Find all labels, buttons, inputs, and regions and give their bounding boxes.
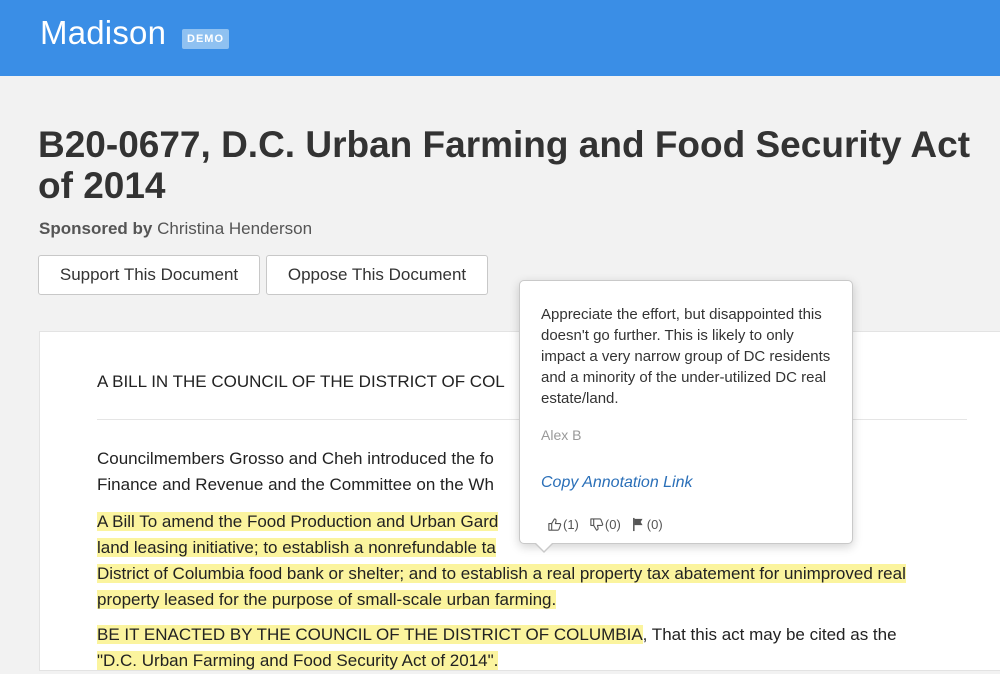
sponsor-label: Sponsored by (39, 219, 153, 238)
annotation-author: Alex B (541, 427, 582, 443)
brand-logo[interactable]: Madison (40, 14, 166, 52)
thumbs-down-icon (590, 518, 604, 531)
sponsor-line: Sponsored by Christina Henderson (39, 219, 312, 239)
demo-badge: DEMO (182, 29, 229, 49)
flag-button[interactable]: (0) (631, 517, 663, 532)
copy-annotation-link[interactable]: Copy Annotation Link (541, 474, 693, 492)
oppose-document-button[interactable]: Oppose This Document (266, 255, 488, 295)
popover-arrow (534, 542, 554, 553)
highlighted-text[interactable]: land leasing initiative; to establish a … (97, 538, 496, 557)
flag-count: (0) (646, 517, 663, 532)
dislike-button[interactable]: (0) (589, 517, 621, 532)
like-button[interactable]: (1) (547, 517, 579, 532)
paragraph-text: , That this act may be cited as the (642, 625, 897, 644)
highlighted-text[interactable]: BE IT ENACTED BY THE COUNCIL OF THE DIST… (97, 625, 643, 644)
annotation-actions: (1) (0) (0) (547, 517, 663, 532)
dislike-count: (0) (604, 517, 621, 532)
highlighted-text[interactable]: property leased for the purpose of small… (97, 590, 557, 609)
highlighted-text[interactable]: District of Columbia food bank or shelte… (97, 564, 906, 583)
thumbs-up-icon (548, 518, 562, 531)
document-heading: A BILL IN THE COUNCIL OF THE DISTRICT OF… (97, 372, 505, 391)
annotation-text: Appreciate the effort, but disappointed … (541, 306, 831, 407)
annotation-popover: Appreciate the effort, but disappointed … (519, 280, 853, 553)
highlighted-text[interactable]: A Bill To amend the Food Production and … (97, 512, 499, 531)
top-navbar: Madison DEMO (0, 0, 1000, 76)
sponsor-name: Christina Henderson (157, 219, 313, 238)
support-document-button[interactable]: Support This Document (38, 255, 260, 295)
highlighted-text[interactable]: "D.C. Urban Farming and Food Security Ac… (97, 651, 499, 670)
like-count: (1) (563, 517, 579, 532)
flag-icon (632, 517, 643, 532)
enactment-paragraph: BE IT ENACTED BY THE COUNCIL OF THE DIST… (97, 622, 967, 674)
page-title: B20-0677, D.C. Urban Farming and Food Se… (38, 124, 971, 206)
